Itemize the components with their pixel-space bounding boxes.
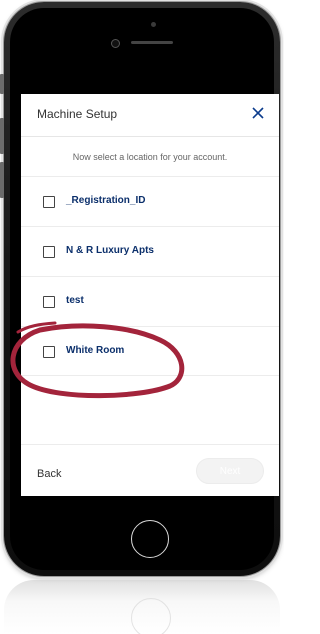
instruction-text: Now select a location for your account. — [72, 152, 228, 162]
volume-up-button — [0, 118, 4, 154]
list-item-registration-id[interactable]: _Registration_ID — [21, 176, 279, 226]
screen: Machine Setup Now select a location for … — [21, 94, 279, 496]
checkbox[interactable] — [43, 296, 55, 308]
location-list: _Registration_ID N & R Luxury Apts test … — [21, 176, 279, 376]
mute-switch — [0, 74, 4, 94]
back-button[interactable]: Back — [37, 468, 61, 480]
location-label: N & R Luxury Apts — [66, 245, 154, 256]
list-item-luxury-apts[interactable]: N & R Luxury Apts — [21, 226, 279, 276]
location-label: _Registration_ID — [66, 195, 146, 206]
location-label: test — [66, 295, 84, 306]
home-button-reflection — [131, 598, 171, 634]
stage: Machine Setup Now select a location for … — [0, 0, 284, 634]
page-title: Machine Setup — [37, 107, 118, 121]
camera-icon — [151, 22, 156, 27]
screen-header: Machine Setup — [21, 94, 279, 137]
list-item-test[interactable]: test — [21, 276, 279, 326]
volume-down-button — [0, 162, 4, 198]
checkbox[interactable] — [43, 346, 55, 358]
checkbox[interactable] — [43, 246, 55, 258]
close-button[interactable] — [247, 102, 269, 124]
home-button[interactable] — [131, 520, 169, 558]
sensor-icon — [111, 39, 120, 48]
speaker-icon — [131, 41, 173, 44]
list-item-white-room[interactable]: White Room — [21, 326, 279, 376]
checkbox[interactable] — [43, 196, 55, 208]
next-button[interactable]: Next — [196, 458, 264, 484]
location-label: White Room — [66, 345, 125, 356]
close-icon — [252, 107, 264, 119]
footer-divider — [21, 444, 279, 445]
